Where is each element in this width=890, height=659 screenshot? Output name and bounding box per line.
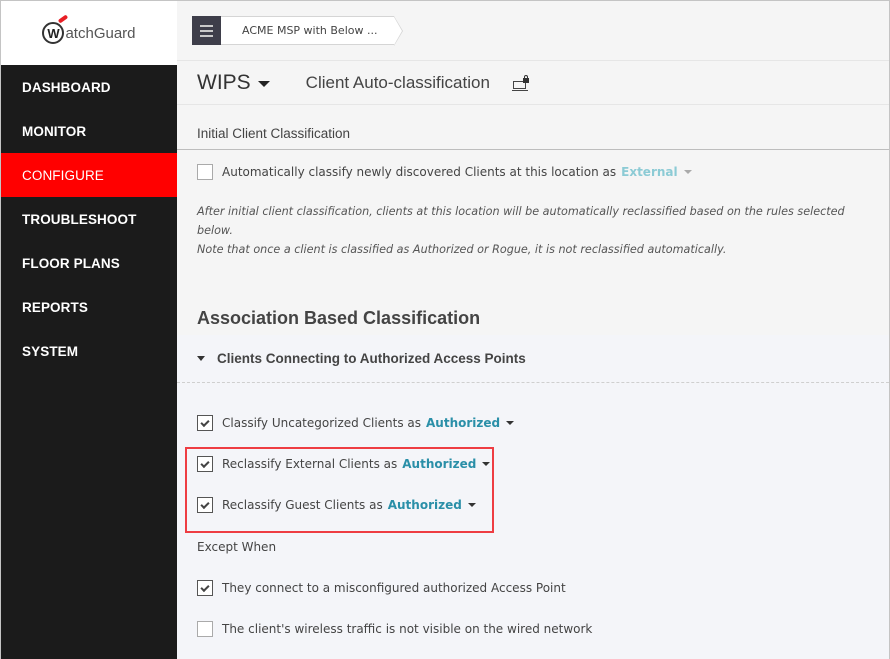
except-when-label: Except When [177,540,889,554]
hamburger-icon-line [200,34,213,37]
breadcrumb-label: ACME MSP with Below ... [242,24,378,37]
exception-row: They connect to a misconfigured authoriz… [177,580,889,596]
caret-down-icon [257,80,270,87]
hamburger-icon-line [200,29,213,32]
nav-floor-plans[interactable]: FLOOR PLANS [1,241,177,285]
nav-reports[interactable]: REPORTS [1,285,177,329]
authorized-ap-group-toggle[interactable]: Clients Connecting to Authorized Access … [177,335,889,383]
rule-checkbox-uncategorized[interactable] [197,415,213,431]
auto-classify-dropdown[interactable]: External [621,165,692,179]
hamburger-icon [200,24,213,27]
exception-row: The client's wireless traffic is not vis… [177,621,889,637]
auto-classify-row: Automatically classify newly discovered … [177,164,889,180]
breadcrumb-location[interactable]: ACME MSP with Below ... [221,16,404,46]
except-when-text: Except When [197,540,277,554]
caret-down-icon [683,170,692,174]
exception-checkbox-traffic-visibility[interactable] [197,621,213,637]
logo-mark-icon: W [42,22,65,44]
note-line-1: After initial client classification, cli… [197,205,845,237]
reclassify-note: After initial client classification, cli… [177,202,889,259]
logo-text: atchGuard [65,24,136,42]
checkmark-icon [200,417,210,427]
initial-classification-heading: Initial Client Classification [177,105,889,150]
nav-troubleshoot[interactable]: TROUBLESHOOT [1,197,177,241]
note-line-2: Note that once a client is classified as… [197,243,727,256]
collapse-triangle-icon [197,356,205,361]
checkmark-icon [200,582,210,592]
group-heading: Clients Connecting to Authorized Access … [217,351,526,366]
rule-dropdown-uncategorized[interactable]: Authorized [426,416,515,430]
watchguard-logo: W atchGuard [42,22,136,44]
module-dropdown[interactable]: WIPS [197,71,270,95]
hamburger-menu-button[interactable] [192,16,221,45]
exception-label: The client's wireless traffic is not vis… [222,622,593,636]
logo-area: W atchGuard [1,1,177,65]
highlight-annotation [185,447,494,533]
nav-dashboard[interactable]: DASHBOARD [1,65,177,109]
sidebar: W atchGuard DASHBOARD MONITOR CONFIGURE … [1,1,177,659]
auto-classify-label: Automatically classify newly discovered … [222,165,617,179]
nav-system[interactable]: SYSTEM [1,329,177,373]
association-heading: Association Based Classification [197,308,481,328]
rule-value: Authorized [426,416,501,430]
caret-down-icon [506,421,515,425]
nav-monitor[interactable]: MONITOR [1,109,177,153]
page-title: Client Auto-classification [305,72,490,92]
exception-checkbox-misconfigured[interactable] [197,580,213,596]
auto-classify-value: External [621,165,678,179]
nav-configure[interactable]: CONFIGURE [1,153,177,197]
locked-device-icon[interactable] [511,74,530,91]
top-bar: ACME MSP with Below ... [177,1,889,61]
module-label: WIPS [197,70,251,94]
main-content: ACME MSP with Below ... WIPS Client Auto… [177,1,889,659]
rule-row: Classify Uncategorized Clients as Author… [177,415,889,431]
auto-classify-checkbox[interactable] [197,164,213,180]
exception-label: They connect to a misconfigured authoriz… [222,581,566,595]
rule-label: Classify Uncategorized Clients as [222,416,422,430]
authorized-ap-panel: Clients Connecting to Authorized Access … [177,335,889,659]
title-bar: WIPS Client Auto-classification [177,61,889,105]
